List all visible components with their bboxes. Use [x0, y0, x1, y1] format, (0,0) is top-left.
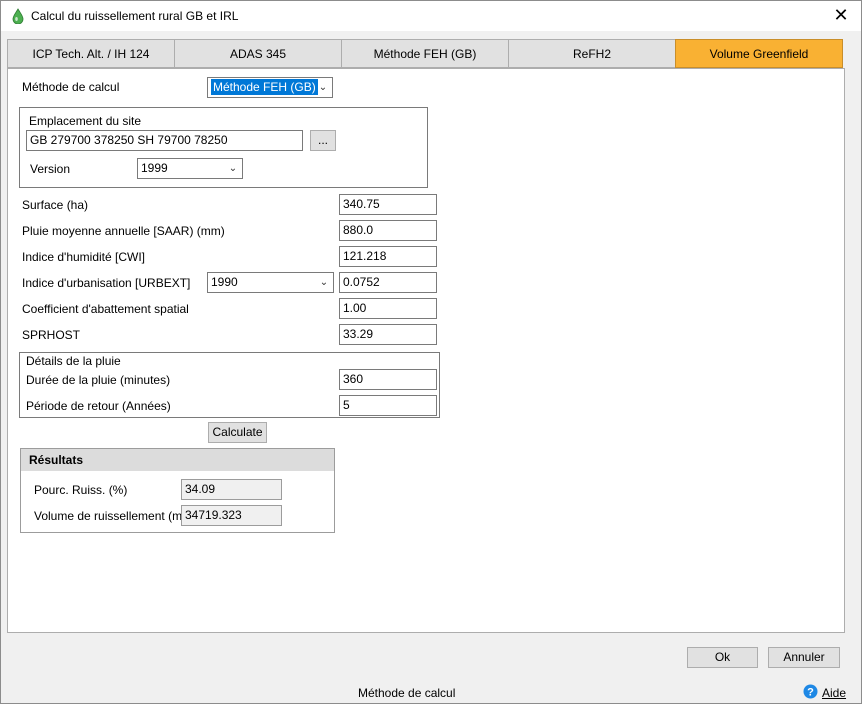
svg-text:?: ? — [807, 687, 814, 699]
version-value: 1999 — [141, 161, 168, 175]
site-location-input[interactable]: GB 279700 378250 SH 79700 78250 — [26, 130, 303, 151]
cwi-label: Indice d'humidité [CWI] — [22, 250, 146, 264]
results-header: Résultats — [20, 448, 335, 472]
help-icon[interactable]: ? — [803, 684, 818, 699]
rain-duration-label: Durée de la pluie (minutes) — [26, 373, 171, 387]
tab-adas[interactable]: ADAS 345 — [174, 39, 342, 68]
runoff-pct-label: Pourc. Ruiss. (%) — [34, 483, 128, 497]
tab-refh2[interactable]: ReFH2 — [508, 39, 676, 68]
return-period-label: Période de retour (Années) — [26, 399, 171, 413]
runoff-vol-output: 34719.323 — [181, 505, 282, 526]
close-icon: ✕ — [833, 5, 849, 25]
rain-group-label: Détails de la pluie — [24, 354, 123, 368]
method-select[interactable]: Méthode FEH (GB) ⌄ — [207, 77, 333, 98]
urbext-input[interactable]: 0.0752 — [339, 272, 437, 293]
help-link[interactable]: Aide — [822, 686, 846, 700]
surface-input[interactable]: 340.75 — [339, 194, 437, 215]
rain-duration-input[interactable]: 360 — [339, 369, 437, 390]
tab-volume-greenfield[interactable]: Volume Greenfield — [675, 39, 843, 68]
cwi-input[interactable]: 121.218 — [339, 246, 437, 267]
window-title: Calcul du ruissellement rural GB et IRL — [31, 9, 239, 23]
browse-button[interactable]: ... — [310, 130, 336, 151]
saar-label: Pluie moyenne annuelle [SAAR) (mm) — [22, 224, 225, 238]
arf-input[interactable]: 1.00 — [339, 298, 437, 319]
method-label: Méthode de calcul — [22, 80, 120, 94]
site-group-label: Emplacement du site — [29, 114, 142, 128]
urbext-year-value: 1990 — [211, 275, 238, 289]
title-bar: Calcul du ruissellement rural GB et IRL … — [1, 1, 861, 31]
saar-input[interactable]: 880.0 — [339, 220, 437, 241]
version-label: Version — [30, 162, 71, 176]
runoff-pct-output: 34.09 — [181, 479, 282, 500]
status-bar: Méthode de calcul ? Aide — [1, 680, 861, 703]
water-drop-icon — [12, 8, 24, 24]
version-select[interactable]: 1999 ⌄ — [137, 158, 243, 179]
ok-button[interactable]: Ok — [687, 647, 758, 668]
calculate-button[interactable]: Calculate — [208, 422, 267, 443]
runoff-vol-label: Volume de ruissellement (m³) — [34, 509, 191, 523]
method-value: Méthode FEH (GB) — [211, 79, 318, 95]
tab-feh[interactable]: Méthode FEH (GB) — [341, 39, 509, 68]
tab-strip: ICP Tech. Alt. / IH 124 ADAS 345 Méthode… — [7, 39, 843, 69]
sprhost-input[interactable]: 33.29 — [339, 324, 437, 345]
urbext-label: Indice d'urbanisation [URBEXT] — [22, 276, 191, 290]
urbext-year-select[interactable]: 1990 ⌄ — [207, 272, 334, 293]
results-panel — [20, 471, 335, 533]
return-period-input[interactable]: 5 — [339, 395, 437, 416]
arf-label: Coefficient d'abattement spatial — [22, 302, 189, 316]
surface-label: Surface (ha) — [22, 198, 89, 212]
tab-icp[interactable]: ICP Tech. Alt. / IH 124 — [7, 39, 175, 68]
status-text: Méthode de calcul — [358, 686, 456, 700]
cancel-button[interactable]: Annuler — [768, 647, 840, 668]
chevron-down-icon: ⌄ — [228, 163, 238, 174]
chevron-down-icon: ⌄ — [319, 277, 329, 288]
chevron-down-icon: ⌄ — [318, 82, 328, 93]
sprhost-label: SPRHOST — [22, 328, 81, 342]
close-button[interactable]: ✕ — [829, 4, 853, 28]
